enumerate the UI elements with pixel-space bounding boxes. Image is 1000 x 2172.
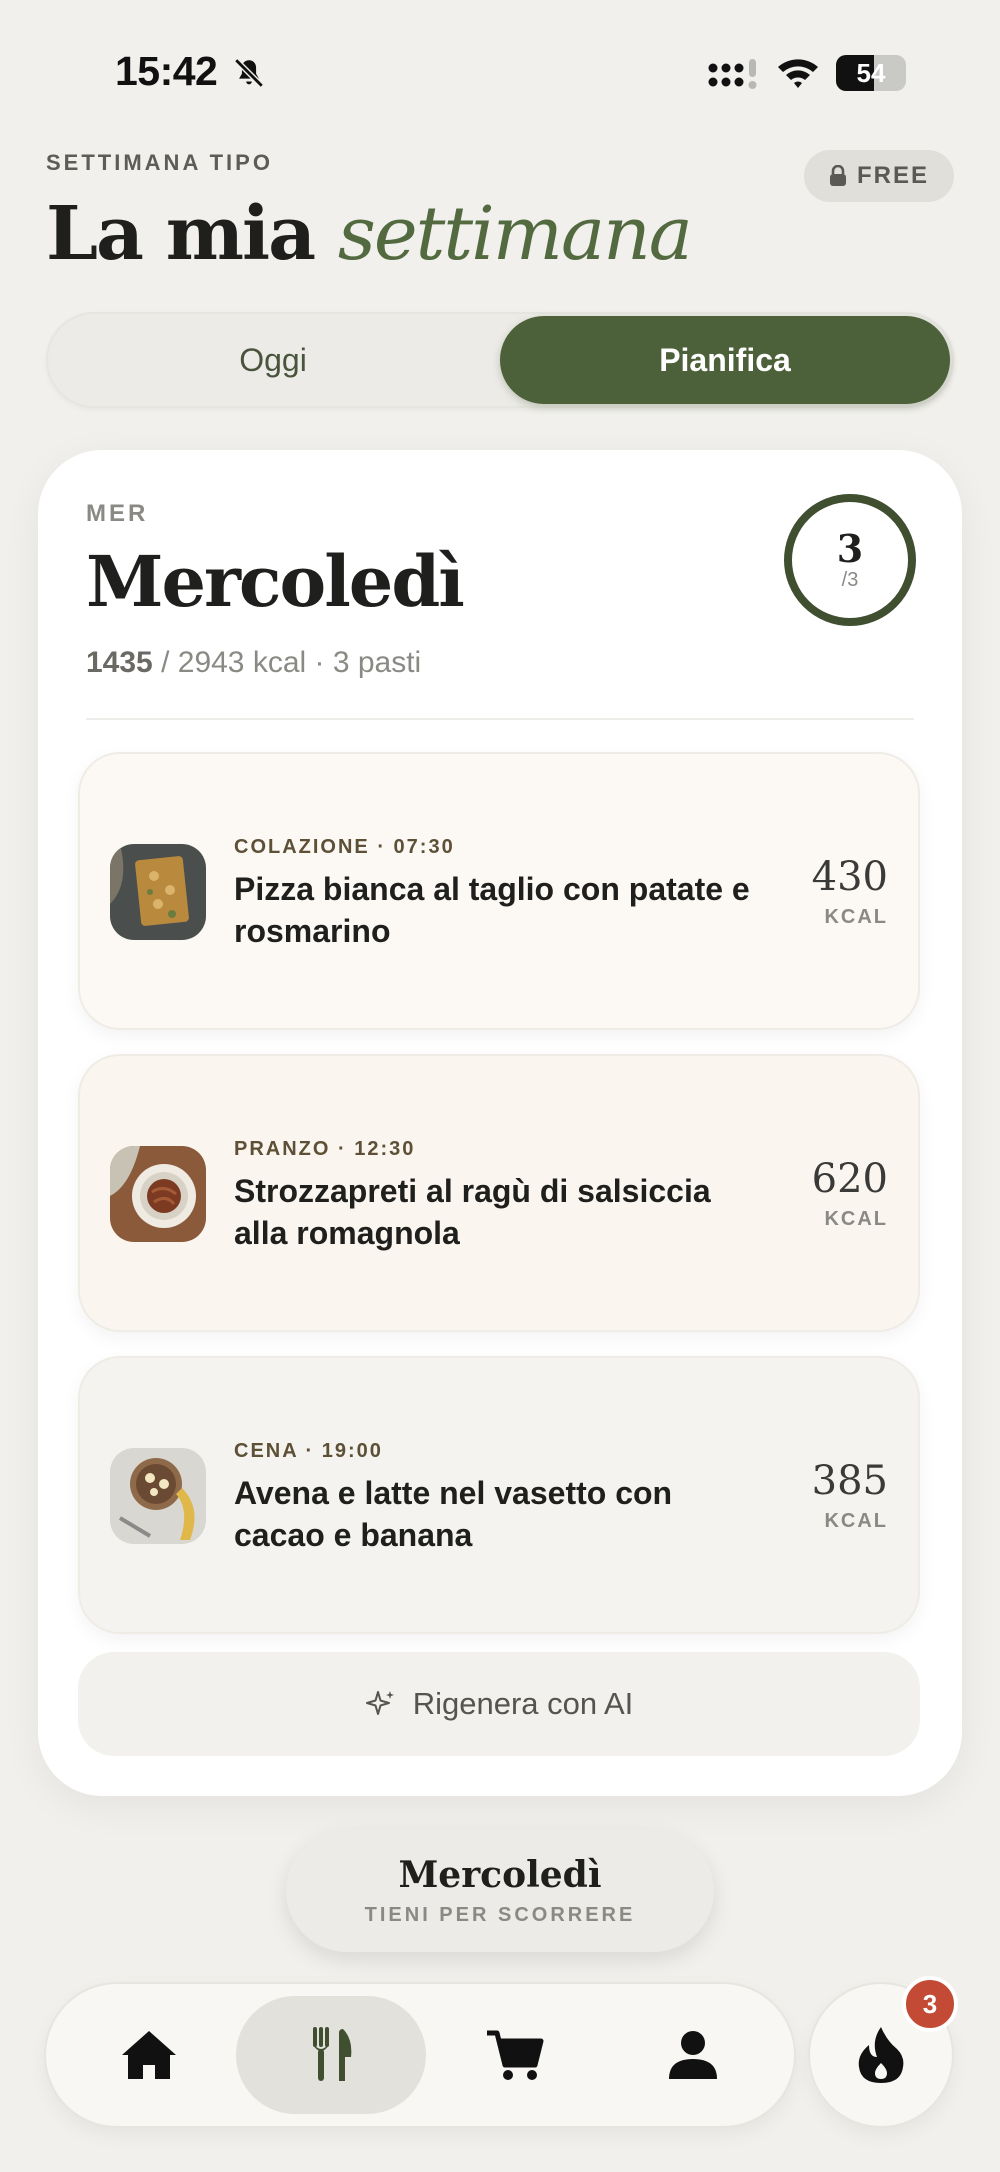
meal-thumbnail xyxy=(110,1146,206,1242)
page-title: La mia settimana xyxy=(46,191,693,277)
meal-kcal-unit: KCAL xyxy=(824,1510,888,1532)
meal-kcal-value: 430 xyxy=(811,854,888,900)
meal-kcal: 430 KCAL xyxy=(812,854,888,929)
meal-card-breakfast[interactable]: COLAZIONE · 07:30 Pizza bianca al taglio… xyxy=(78,752,920,1030)
bell-slash-icon xyxy=(234,58,264,88)
regenerate-ai-label: Rigenera con AI xyxy=(412,1686,634,1721)
meals-total: /3 xyxy=(841,568,859,591)
cart-icon xyxy=(487,2030,544,2080)
meal-thumbnail xyxy=(110,844,206,940)
divider xyxy=(86,718,914,720)
streak-badge: 3 xyxy=(902,1976,958,2032)
regenerate-ai-button[interactable]: Rigenera con AI xyxy=(78,1652,920,1756)
status-bar: 15:42 54 xyxy=(0,0,1000,145)
status-time: 15:42 xyxy=(115,48,218,94)
view-segmented-control: Oggi Pianifica xyxy=(46,312,954,408)
profile-icon xyxy=(669,2031,717,2079)
battery-percent: 54 xyxy=(856,58,886,88)
wifi-icon xyxy=(778,59,818,88)
meal-card-lunch[interactable]: PRANZO · 12:30 Strozzapreti al ragù di s… xyxy=(78,1054,920,1332)
meal-kcal-unit: KCAL xyxy=(824,906,888,928)
section-eyebrow: SETTIMANA TIPO xyxy=(46,150,273,175)
meal-kcal-value: 620 xyxy=(811,1156,888,1202)
meal-label: COLAZIONE · 07:30 xyxy=(234,836,455,858)
day-name: Mercoledì xyxy=(86,540,465,623)
day-pill-name: Mercoledì xyxy=(398,1854,602,1896)
meal-title: Pizza bianca al taglio con patate e rosm… xyxy=(234,871,750,949)
plan-badge-label: FREE xyxy=(856,162,929,189)
meal-kcal-value: 385 xyxy=(811,1458,888,1504)
signal-icon xyxy=(708,59,757,89)
bottom-tab-bar xyxy=(46,1984,794,2126)
sparkle-icon xyxy=(365,1691,394,1715)
day-card: MER Mercoledì 1435 / 2943 kcal · 3 pasti… xyxy=(38,450,962,1796)
fork-knife-icon xyxy=(313,2027,352,2081)
kcal-consumed: 1435 xyxy=(86,646,153,679)
meal-thumbnail xyxy=(110,1448,206,1544)
page-title-main: La mia xyxy=(46,191,316,277)
lock-icon xyxy=(829,165,846,186)
flame-icon xyxy=(858,2027,904,2083)
tab-cart[interactable] xyxy=(420,1996,610,2114)
tab-home[interactable] xyxy=(54,1996,244,2114)
meal-kcal-unit: KCAL xyxy=(824,1208,888,1230)
page-title-accent: settimana xyxy=(337,191,693,277)
day-pill-hint: TIENI PER SCORRERE xyxy=(364,1904,636,1926)
tab-profile[interactable] xyxy=(598,1996,788,2114)
meals-progress-ring: 3 /3 xyxy=(784,494,916,626)
meal-kcal: 385 KCAL xyxy=(812,1458,888,1533)
day-kcal-summary: 1435 / 2943 kcal · 3 pasti xyxy=(86,646,421,680)
home-icon xyxy=(122,2031,176,2079)
meal-label: CENA · 19:00 xyxy=(234,1440,383,1462)
meals-done: 3 xyxy=(836,525,864,571)
tab-plan[interactable]: Pianifica xyxy=(500,316,950,404)
battery-indicator: 54 xyxy=(836,55,906,91)
meal-title: Avena e latte nel vasetto con cacao e ba… xyxy=(234,1475,673,1553)
meal-label: PRANZO · 12:30 xyxy=(234,1138,416,1160)
meal-kcal: 620 KCAL xyxy=(812,1156,888,1231)
meal-card-dinner[interactable]: CENA · 19:00 Avena e latte nel vasetto c… xyxy=(78,1356,920,1634)
tab-meals[interactable] xyxy=(236,1996,426,2114)
day-scroller-pill[interactable]: Mercoledì TIENI PER SCORRERE xyxy=(286,1830,714,1952)
day-abbreviation: MER xyxy=(86,500,149,527)
meal-title: Strozzapreti al ragù di salsiccia alla r… xyxy=(234,1173,711,1251)
plan-badge[interactable]: FREE xyxy=(804,150,954,202)
tab-today[interactable]: Oggi xyxy=(50,316,496,404)
kcal-rest: / 2943 kcal · 3 pasti xyxy=(152,646,422,679)
